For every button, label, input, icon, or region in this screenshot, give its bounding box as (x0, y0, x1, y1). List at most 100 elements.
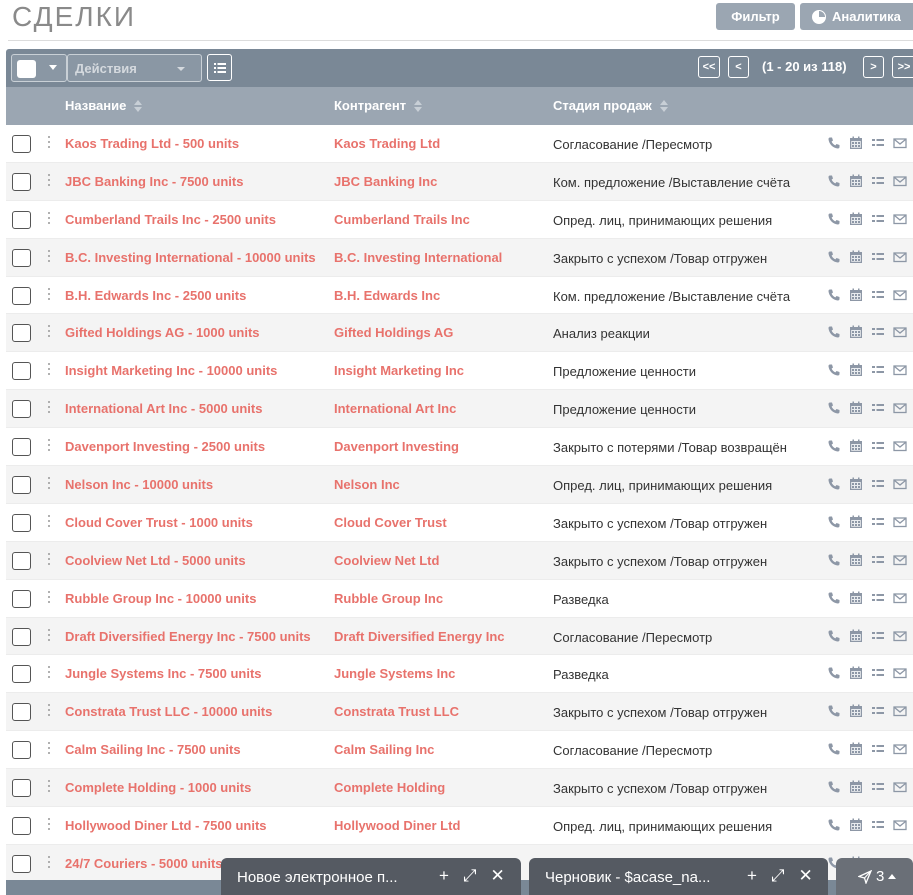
deal-name-link[interactable]: Calm Sailing Inc - 7500 units (65, 742, 241, 757)
phone-icon[interactable] (827, 363, 841, 377)
account-name-link[interactable]: B.C. Investing International (334, 250, 502, 265)
calendar-icon[interactable] (849, 212, 863, 226)
calendar-icon[interactable] (849, 136, 863, 150)
row-checkbox[interactable] (12, 741, 31, 760)
envelope-icon[interactable] (893, 666, 907, 680)
phone-icon[interactable] (827, 325, 841, 339)
row-menu-icon[interactable] (46, 742, 52, 755)
row-checkbox[interactable] (12, 438, 31, 457)
envelope-icon[interactable] (893, 174, 907, 188)
row-menu-icon[interactable] (46, 439, 52, 452)
filter-button[interactable]: Фильтр (716, 3, 795, 30)
phone-icon[interactable] (827, 704, 841, 718)
envelope-icon[interactable] (893, 515, 907, 529)
envelope-icon[interactable] (893, 742, 907, 756)
account-name-link[interactable]: Hollywood Diner Ltd (334, 818, 460, 833)
row-checkbox[interactable] (12, 551, 31, 570)
calendar-icon[interactable] (849, 477, 863, 491)
deal-name-link[interactable]: Hollywood Diner Ltd - 7500 units (65, 818, 267, 833)
phone-icon[interactable] (827, 250, 841, 264)
row-menu-icon[interactable] (46, 704, 52, 717)
envelope-icon[interactable] (893, 553, 907, 567)
deal-name-link[interactable]: Constrata Trust LLC - 10000 units (65, 704, 272, 719)
account-name-link[interactable]: B.H. Edwards Inc (334, 288, 440, 303)
column-header-stage[interactable]: Стадия продаж (553, 98, 668, 113)
phone-icon[interactable] (827, 742, 841, 756)
account-name-link[interactable]: JBC Banking Inc (334, 174, 437, 189)
phone-icon[interactable] (827, 136, 841, 150)
row-checkbox[interactable] (12, 286, 31, 305)
calendar-icon[interactable] (849, 439, 863, 453)
calendar-icon[interactable] (849, 174, 863, 188)
row-checkbox[interactable] (12, 665, 31, 684)
select-all-checkbox[interactable] (17, 60, 36, 78)
task-list-icon[interactable] (871, 742, 885, 756)
row-menu-icon[interactable] (46, 211, 52, 224)
calendar-icon[interactable] (849, 742, 863, 756)
phone-icon[interactable] (827, 629, 841, 643)
row-menu-icon[interactable] (46, 477, 52, 490)
next-page-button[interactable]: > (863, 56, 884, 78)
column-chooser-button[interactable] (207, 54, 232, 81)
calendar-icon[interactable] (849, 629, 863, 643)
phone-icon[interactable] (827, 666, 841, 680)
deal-name-link[interactable]: International Art Inc - 5000 units (65, 401, 262, 416)
row-checkbox[interactable] (12, 513, 31, 532)
task-list-icon[interactable] (871, 174, 885, 188)
row-checkbox[interactable] (12, 817, 31, 836)
draft-compose-minimized[interactable]: Черновик - $acase_na... + ⤢ ✕ (529, 858, 828, 895)
row-checkbox[interactable] (12, 476, 31, 495)
account-name-link[interactable]: Draft Diversified Energy Inc (334, 629, 505, 644)
envelope-icon[interactable] (893, 250, 907, 264)
task-list-icon[interactable] (871, 136, 885, 150)
task-list-icon[interactable] (871, 212, 885, 226)
envelope-icon[interactable] (893, 704, 907, 718)
row-menu-icon[interactable] (46, 818, 52, 831)
row-menu-icon[interactable] (46, 855, 52, 868)
account-name-link[interactable]: Jungle Systems Inc (334, 666, 455, 681)
last-page-button[interactable]: >> (892, 56, 913, 78)
account-name-link[interactable]: Cloud Cover Trust (334, 515, 447, 530)
deal-name-link[interactable]: Gifted Holdings AG - 1000 units (65, 325, 260, 340)
deal-name-link[interactable]: Davenport Investing - 2500 units (65, 439, 265, 454)
calendar-icon[interactable] (849, 363, 863, 377)
row-menu-icon[interactable] (46, 590, 52, 603)
plus-icon[interactable]: + (747, 867, 757, 884)
calendar-icon[interactable] (849, 288, 863, 302)
envelope-icon[interactable] (893, 439, 907, 453)
task-list-icon[interactable] (871, 629, 885, 643)
row-checkbox[interactable] (12, 703, 31, 722)
task-list-icon[interactable] (871, 363, 885, 377)
task-list-icon[interactable] (871, 439, 885, 453)
envelope-icon[interactable] (893, 477, 907, 491)
calendar-icon[interactable] (849, 401, 863, 415)
deal-name-link[interactable]: Cloud Cover Trust - 1000 units (65, 515, 253, 530)
task-list-icon[interactable] (871, 401, 885, 415)
envelope-icon[interactable] (893, 288, 907, 302)
row-menu-icon[interactable] (46, 514, 52, 527)
calendar-icon[interactable] (849, 515, 863, 529)
account-name-link[interactable]: International Art Inc (334, 401, 456, 416)
row-menu-icon[interactable] (46, 363, 52, 376)
task-list-icon[interactable] (871, 477, 885, 491)
envelope-icon[interactable] (893, 212, 907, 226)
calendar-icon[interactable] (849, 250, 863, 264)
phone-icon[interactable] (827, 591, 841, 605)
close-icon[interactable]: ✕ (799, 867, 813, 884)
task-list-icon[interactable] (871, 818, 885, 832)
previous-page-button[interactable]: < (728, 56, 749, 78)
envelope-icon[interactable] (893, 363, 907, 377)
task-list-icon[interactable] (871, 780, 885, 794)
account-name-link[interactable]: Rubble Group Inc (334, 591, 443, 606)
task-list-icon[interactable] (871, 591, 885, 605)
phone-icon[interactable] (827, 174, 841, 188)
close-icon[interactable]: ✕ (491, 867, 505, 884)
deal-name-link[interactable]: Jungle Systems Inc - 7500 units (65, 666, 262, 681)
row-menu-icon[interactable] (46, 136, 52, 148)
calendar-icon[interactable] (849, 666, 863, 680)
account-name-link[interactable]: Cumberland Trails Inc (334, 212, 470, 227)
select-all-dropdown[interactable] (11, 54, 67, 82)
plus-icon[interactable]: + (439, 867, 449, 884)
deal-name-link[interactable]: Draft Diversified Energy Inc - 7500 unit… (65, 629, 311, 644)
account-name-link[interactable]: Nelson Inc (334, 477, 400, 492)
